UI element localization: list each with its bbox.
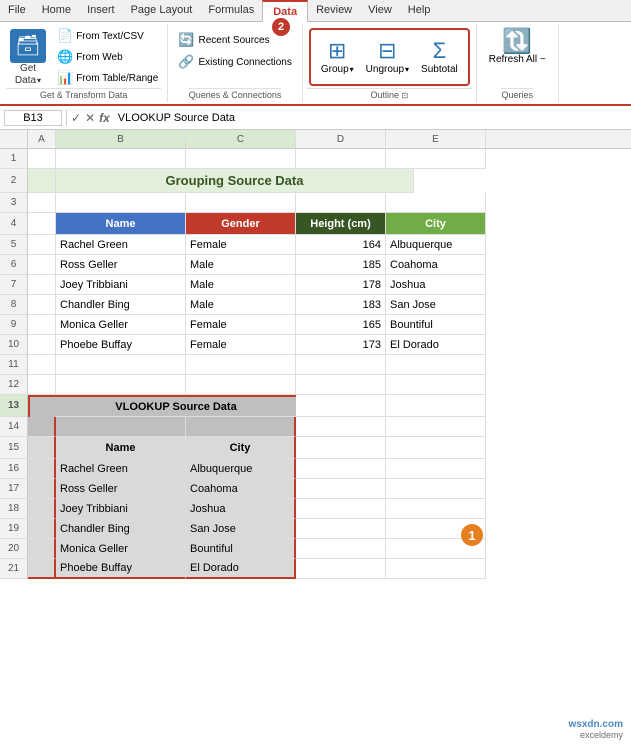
header-gender: Gender [186, 213, 296, 235]
refresh-group: 🔃 Refresh All ~ Queries [477, 24, 559, 102]
tab-page-layout[interactable]: Page Layout [123, 0, 201, 21]
badge-2: 2 [272, 18, 290, 36]
row-2: 2 Grouping Source Data [0, 169, 631, 193]
formula-icon-fx[interactable]: fx [99, 111, 110, 125]
row-19: 19 Chandler Bing San Jose [0, 519, 631, 539]
row-21: 21 Phoebe Buffay El Dorado [0, 559, 631, 579]
small-buttons-col: 📄 From Text/CSV 🌐 From Web 📊 From Table/… [54, 26, 161, 88]
outline-group: ⊞ Group ▾ ⊟ Ungroup ▾ Σ [303, 24, 477, 102]
col-header-e: E [386, 130, 486, 148]
vlookup-title-cell: VLOOKUP Source Data [56, 395, 296, 417]
spreadsheet: A B C D E 1 2 Grouping Source Data [0, 130, 631, 579]
r5-height: 164 [296, 235, 386, 255]
row-6: 6 Ross Geller Male 185 Coahoma [0, 255, 631, 275]
refresh-label: Queries [501, 88, 533, 100]
watermark-sub: exceldemy [580, 730, 623, 740]
row-12: 12 [0, 375, 631, 395]
row-14: 14 [0, 417, 631, 437]
row-10: 10 Phoebe Buffay Female 173 El Dorado [0, 335, 631, 355]
row-15: 15 Name City [0, 437, 631, 459]
existing-connections-button[interactable]: 🔗 Existing Connections [174, 52, 296, 72]
tab-review[interactable]: Review [308, 0, 360, 21]
vlookup-header-city: City [186, 437, 296, 459]
watermark: wsxdn.com exceldemy [569, 719, 623, 740]
formula-input[interactable]: VLOOKUP Source Data [114, 111, 627, 125]
row-11: 11 [0, 355, 631, 375]
row-13: 13 VLOOKUP Source Data [0, 395, 631, 417]
row-3: 3 [0, 193, 631, 213]
from-table-button[interactable]: 📊 From Table/Range [54, 68, 161, 88]
formula-bar: B13 ✓ ✕ fx VLOOKUP Source Data [0, 106, 631, 130]
col-header-d: D [296, 130, 386, 148]
header-city: City [386, 213, 486, 235]
r5-city: Albuquerque [386, 235, 486, 255]
tab-insert[interactable]: Insert [79, 0, 123, 21]
formula-icon-check[interactable]: ✓ [71, 111, 81, 125]
get-data-button[interactable]: 🗃 Get Data ▾ [6, 27, 50, 88]
header-name: Name [56, 213, 186, 235]
tab-help[interactable]: Help [400, 0, 439, 21]
ungroup-button[interactable]: ⊟ Ungroup ▾ [362, 37, 413, 76]
ribbon-tabs: File Home Insert Page Layout Formulas Da… [0, 0, 631, 22]
row-5: 5 Rachel Green Female 164 Albuquerque [0, 235, 631, 255]
vlookup-header-name: Name [56, 437, 186, 459]
row-20: 20 Monica Geller Bountiful [0, 539, 631, 559]
cell-reference[interactable]: B13 [4, 110, 62, 126]
get-transform-group: 🗃 Get Data ▾ 📄 From Text/CSV 🌐 From Web [0, 24, 168, 102]
row-9: 9 Monica Geller Female 165 Bountiful [0, 315, 631, 335]
outline-label: Outline ⊡ [307, 88, 472, 100]
row-7: 7 Joey Tribbiani Male 178 Joshua [0, 275, 631, 295]
spreadsheet-title: Grouping Source Data [56, 169, 414, 193]
col-header-a: A [28, 130, 56, 148]
col-headers-row: A B C D E [0, 130, 631, 149]
row-18: 18 Joey Tribbiani Joshua [0, 499, 631, 519]
tab-home[interactable]: Home [34, 0, 79, 21]
row-1: 1 [0, 149, 631, 169]
grid-body: 1 2 Grouping Source Data 3 [0, 149, 631, 579]
row-4-headers: 4 Name Gender Height (cm) City [0, 213, 631, 235]
tab-view[interactable]: View [360, 0, 400, 21]
row-8: 8 Chandler Bing Male 183 San Jose [0, 295, 631, 315]
col-header-c: C [186, 130, 296, 148]
ribbon-content: 🗃 Get Data ▾ 📄 From Text/CSV 🌐 From Web [0, 22, 631, 106]
col-header-b: B [56, 130, 186, 148]
queries-label: Queries & Connections [189, 88, 282, 100]
from-text-csv-button[interactable]: 📄 From Text/CSV [54, 26, 161, 46]
row-16: 16 Rachel Green Albuquerque [0, 459, 631, 479]
from-web-button[interactable]: 🌐 From Web [54, 47, 161, 67]
r5-gender: Female [186, 235, 296, 255]
watermark-site: wsxdn.com [569, 719, 623, 730]
r5-name: Rachel Green [56, 235, 186, 255]
get-transform-label: Get & Transform Data [6, 88, 161, 100]
header-height: Height (cm) [296, 213, 386, 235]
row-17: 17 Ross Geller Coahoma [0, 479, 631, 499]
badge-1: 1 [461, 524, 483, 546]
formula-icon-cancel[interactable]: ✕ [85, 111, 95, 125]
refresh-all-button[interactable]: 🔃 Refresh All ~ [485, 26, 550, 88]
tab-file[interactable]: File [0, 0, 34, 21]
group-button[interactable]: ⊞ Group ▾ [317, 37, 358, 76]
subtotal-button[interactable]: Σ Subtotal [417, 37, 462, 76]
tab-formulas[interactable]: Formulas [200, 0, 262, 21]
